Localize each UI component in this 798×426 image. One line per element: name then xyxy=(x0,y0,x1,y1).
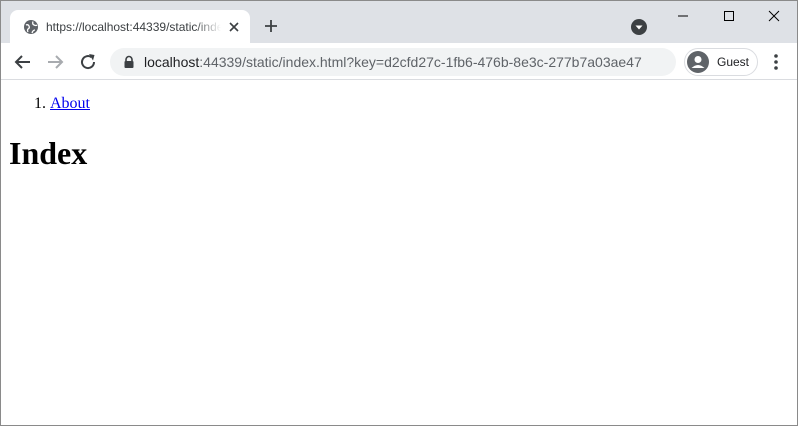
page-content: About Index xyxy=(1,80,797,425)
forward-arrow-icon[interactable] xyxy=(43,50,67,74)
about-link[interactable]: About xyxy=(50,95,90,112)
lock-icon[interactable] xyxy=(122,55,136,69)
address-host: localhost xyxy=(144,54,200,70)
minimize-button[interactable] xyxy=(660,1,706,31)
tab-search-icon[interactable] xyxy=(630,18,648,36)
profile-label: Guest xyxy=(717,55,750,69)
browser-toolbar: localhost:44339/static/index.html?key=d2… xyxy=(1,43,797,80)
profile-button[interactable]: Guest xyxy=(684,48,758,76)
more-menu-icon[interactable] xyxy=(766,50,786,74)
tab-strip: https://localhost:44339/static/index.htm… xyxy=(1,1,797,43)
breadcrumb: About xyxy=(10,94,90,114)
tab-title: https://localhost:44339/static/index.htm… xyxy=(46,20,221,34)
browser-window: https://localhost:44339/static/index.htm… xyxy=(0,0,798,426)
breadcrumb-item: About xyxy=(50,94,90,114)
page-title: Index xyxy=(9,135,88,171)
close-icon xyxy=(768,10,780,22)
tab-active[interactable]: https://localhost:44339/static/index.htm… xyxy=(10,10,250,43)
address-bar[interactable]: localhost:44339/static/index.html?key=d2… xyxy=(110,48,676,76)
maximize-button[interactable] xyxy=(706,1,752,31)
close-window-button[interactable] xyxy=(751,1,797,31)
reload-icon[interactable] xyxy=(76,50,100,74)
back-arrow-icon[interactable] xyxy=(11,50,35,74)
guest-avatar-icon xyxy=(687,51,709,73)
address-path: :44339/static/index.html?key=d2cfd27c-1f… xyxy=(199,54,642,70)
globe-icon xyxy=(23,19,39,35)
close-tab-icon[interactable] xyxy=(226,19,242,35)
maximize-icon xyxy=(724,11,734,21)
new-tab-icon[interactable] xyxy=(262,17,280,35)
minimize-icon xyxy=(678,15,688,17)
address-text[interactable]: localhost:44339/static/index.html?key=d2… xyxy=(144,48,642,76)
